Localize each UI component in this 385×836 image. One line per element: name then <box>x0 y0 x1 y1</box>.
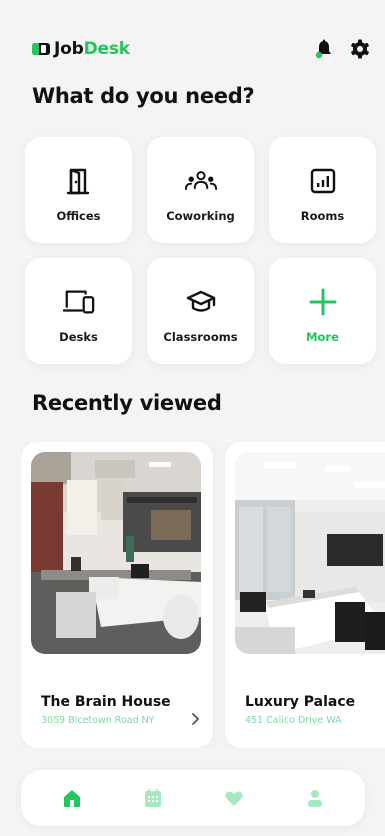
category-grid: Offices Coworking Rooms Desks Classrooms… <box>25 137 376 364</box>
category-tile-coworking[interactable]: Coworking <box>147 137 254 243</box>
logo-icon <box>32 43 50 55</box>
logo-text-part2: Desk <box>83 39 130 59</box>
place-photo <box>235 452 385 654</box>
place-address: 3059 Bicetown Road NY <box>41 715 155 726</box>
bell-icon[interactable] <box>313 38 335 60</box>
logo-text-part1: Job <box>54 39 84 59</box>
app-header: JobDesk <box>32 37 371 61</box>
recently-viewed-title: Recently viewed <box>32 391 222 415</box>
calendar-icon[interactable] <box>133 778 173 818</box>
place-name: Luxury Palace <box>245 694 356 710</box>
place-address: 451 Calico Drive WA <box>245 715 342 726</box>
home-icon[interactable] <box>52 778 92 818</box>
category-tile-classrooms[interactable]: Classrooms <box>147 258 254 364</box>
place-photo <box>31 452 201 654</box>
category-label: Classrooms <box>163 330 238 344</box>
chevron-right-icon[interactable] <box>189 712 201 726</box>
graduation-cap-icon <box>185 286 217 318</box>
gear-icon[interactable] <box>349 38 371 60</box>
category-label: Offices <box>56 209 101 223</box>
header-actions <box>313 38 371 60</box>
devices-icon <box>62 286 95 318</box>
recently-viewed-carousel[interactable]: The Brain House 3059 Bicetown Road NY Lu… <box>21 442 385 748</box>
room-chart-icon <box>307 165 339 197</box>
category-tile-more[interactable]: More <box>269 258 376 364</box>
place-card[interactable]: The Brain House 3059 Bicetown Road NY <box>21 442 213 748</box>
people-group-icon <box>184 165 217 197</box>
heart-icon[interactable] <box>214 778 254 818</box>
logo-text: JobDesk <box>54 39 130 59</box>
page-title: What do you need? <box>32 84 255 108</box>
category-label: Coworking <box>166 209 235 223</box>
profile-icon[interactable] <box>295 778 335 818</box>
app-logo[interactable]: JobDesk <box>32 39 130 59</box>
door-icon <box>63 165 95 197</box>
category-label: Desks <box>59 330 98 344</box>
place-card[interactable]: Luxury Palace 451 Calico Drive WA <box>225 442 385 748</box>
category-tile-desks[interactable]: Desks <box>25 258 132 364</box>
category-tile-rooms[interactable]: Rooms <box>269 137 376 243</box>
bottom-nav <box>21 770 365 826</box>
category-tile-offices[interactable]: Offices <box>25 137 132 243</box>
category-label: Rooms <box>300 209 345 223</box>
category-label: More <box>306 330 339 344</box>
plus-icon <box>307 286 339 318</box>
place-name: The Brain House <box>41 694 171 710</box>
